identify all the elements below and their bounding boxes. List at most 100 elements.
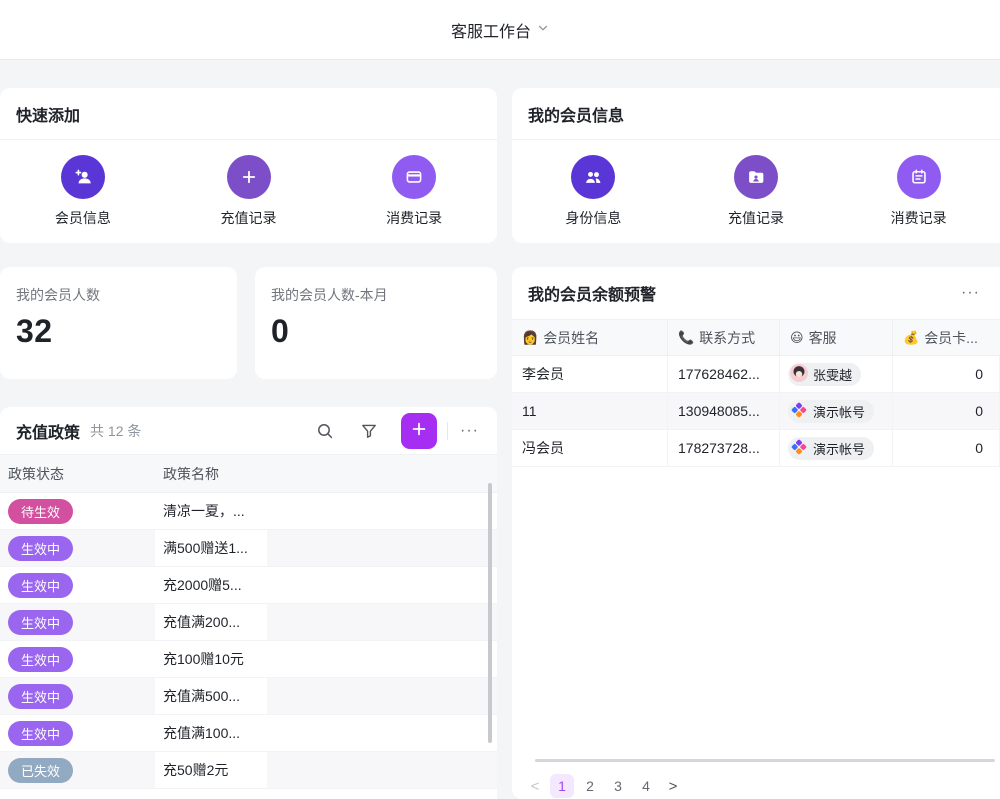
quick-add-member-info[interactable]: 会员信息: [0, 155, 166, 228]
policy-name-column-header: 政策名称: [155, 464, 267, 484]
member-phone: 130948085...: [668, 393, 780, 429]
pagination-page-2[interactable]: 2: [578, 774, 602, 798]
chevron-down-icon: [537, 21, 549, 39]
member-name: 11: [512, 393, 668, 429]
policy-name: 清凉一夏，...: [155, 493, 267, 529]
plus-icon: [410, 420, 428, 441]
moneybag-emoji-icon: 💰: [903, 330, 919, 346]
agent-name: 演示帐号: [813, 402, 865, 421]
pagination-prev-icon[interactable]: <: [524, 774, 546, 798]
horizontal-scrollbar[interactable]: [535, 759, 995, 762]
users-icon: [571, 155, 615, 199]
quick-add-recharge-record-label: 充值记录: [221, 208, 277, 228]
vertical-scrollbar[interactable]: [488, 483, 492, 743]
top-header: 客服工作台: [0, 0, 1000, 60]
recharge-policy-header: 充值政策 共 12 条 ···: [0, 407, 497, 455]
status-badge: 生效中: [8, 573, 73, 598]
member-identity-info-label: 身份信息: [565, 208, 621, 228]
policy-name: 充值满500...: [155, 678, 267, 714]
policy-name: 满500赠送1...: [155, 530, 267, 566]
card-icon: [392, 155, 436, 199]
table-row[interactable]: 待生效 清凉一夏，...: [0, 493, 497, 530]
member-count-month-value: 0: [271, 313, 481, 350]
pagination-page-3[interactable]: 3: [606, 774, 630, 798]
member-recharge-record[interactable]: 充值记录: [675, 155, 838, 228]
table-row[interactable]: [0, 789, 497, 799]
table-row[interactable]: 生效中 充值满500...: [0, 678, 497, 715]
table-row[interactable]: 已失效 充50赠2元: [0, 752, 497, 789]
my-member-info-title-row: 我的会员信息: [512, 88, 1000, 140]
policy-toolbar: ···: [315, 413, 483, 449]
phone-emoji-icon: 📞: [678, 330, 694, 346]
member-count-value: 32: [16, 313, 221, 350]
pagination-page-1[interactable]: 1: [550, 774, 574, 798]
recharge-policy-card: 充值政策 共 12 条 ··· 政策状态 政策名称 待生效 清凉一夏，...: [0, 407, 497, 799]
pagination-next-icon[interactable]: >: [662, 774, 684, 798]
table-row[interactable]: 11 130948085... 演示帐号 0: [512, 393, 1000, 430]
member-consume-record-label: 消费记录: [891, 208, 947, 228]
table-row[interactable]: 冯会员 178273728... 演示帐号 0: [512, 430, 1000, 467]
agent-badge: 演示帐号: [788, 400, 874, 423]
policy-name: 充值满100...: [155, 715, 267, 751]
table-row[interactable]: 生效中 充值满100...: [0, 715, 497, 752]
balance-warning-header: 我的会员余额预警 ···: [512, 267, 1000, 320]
table-row[interactable]: 李会员 177628462... 张雯越 0: [512, 356, 1000, 393]
policy-table-header: 政策状态 政策名称: [0, 455, 497, 493]
policy-more-icon[interactable]: ···: [456, 423, 483, 439]
quick-add-consume-record[interactable]: 消费记录: [331, 155, 497, 228]
member-identity-info[interactable]: 身份信息: [512, 155, 675, 228]
policy-name: 充值满200...: [155, 604, 267, 640]
quick-add-recharge-record[interactable]: 充值记录: [166, 155, 332, 228]
card-balance: 0: [893, 430, 1000, 466]
table-row[interactable]: 生效中 满500赠送1...: [0, 530, 497, 567]
workspace-switcher[interactable]: 客服工作台: [451, 18, 549, 42]
add-policy-button[interactable]: [401, 413, 437, 449]
search-icon[interactable]: [315, 421, 335, 441]
girl-avatar-icon: [790, 364, 808, 385]
demo-account-icon: [790, 438, 808, 459]
member-phone: 178273728...: [668, 430, 780, 466]
status-badge: 已失效: [8, 758, 73, 783]
member-consume-record[interactable]: 消费记录: [837, 155, 1000, 228]
balance-warning-more-icon[interactable]: ···: [957, 285, 984, 301]
toolbar-divider: [447, 422, 448, 440]
agent-badge: 张雯越: [788, 363, 861, 386]
agent-column-header: 😃 客服: [780, 320, 893, 355]
recharge-policy-title: 充值政策: [16, 419, 80, 443]
balance-warning-title: 我的会员余额预警: [528, 281, 656, 305]
quick-add-card: 快速添加 会员信息 充值记录: [0, 88, 497, 243]
folder-user-icon: [734, 155, 778, 199]
table-row[interactable]: 生效中 充100赠10元: [0, 641, 497, 678]
agent-badge: 演示帐号: [788, 437, 874, 460]
table-row[interactable]: 生效中 充值满200...: [0, 604, 497, 641]
agent-name: 张雯越: [813, 365, 852, 384]
demo-account-icon: [790, 401, 808, 422]
member-name: 冯会员: [512, 430, 668, 466]
policy-table-body: 待生效 清凉一夏，... 生效中 满500赠送1... 生效中 充2000赠5.…: [0, 493, 497, 799]
quick-add-consume-record-label: 消费记录: [386, 208, 442, 228]
status-badge: 生效中: [8, 536, 73, 561]
policy-status-column-header: 政策状态: [0, 464, 155, 484]
card-balance-column-header: 💰 会员卡...: [893, 320, 1000, 355]
member-phone: 177628462...: [668, 356, 780, 392]
plus-icon: [227, 155, 271, 199]
balance-warning-card: 我的会员余额预警 ··· 👩 会员姓名 📞 联系方式 😃 客服 💰 会员卡...…: [512, 267, 1000, 799]
warning-table-body: 李会员 177628462... 张雯越 0 11 130948085...: [512, 356, 1000, 467]
girl-emoji-icon: 👩: [522, 330, 538, 346]
member-count-month-label: 我的会员人数-本月: [271, 285, 481, 305]
quick-add-member-info-label: 会员信息: [55, 208, 111, 228]
my-member-info-card: 我的会员信息 身份信息 充值记录: [512, 88, 1000, 243]
table-row[interactable]: 生效中 充2000赠5...: [0, 567, 497, 604]
policy-name: 充2000赠5...: [155, 567, 267, 603]
member-name-column-header: 👩 会员姓名: [512, 320, 668, 355]
contact-column-header: 📞 联系方式: [668, 320, 780, 355]
user-plus-icon: [61, 155, 105, 199]
status-badge: 生效中: [8, 721, 73, 746]
status-badge: 待生效: [8, 499, 73, 524]
pagination-page-4[interactable]: 4: [634, 774, 658, 798]
pagination: < 1 2 3 4 >: [524, 773, 684, 799]
status-badge: 生效中: [8, 647, 73, 672]
page-title: 客服工作台: [451, 18, 531, 42]
filter-icon[interactable]: [359, 421, 379, 441]
member-count-card: 我的会员人数 32: [0, 267, 237, 379]
